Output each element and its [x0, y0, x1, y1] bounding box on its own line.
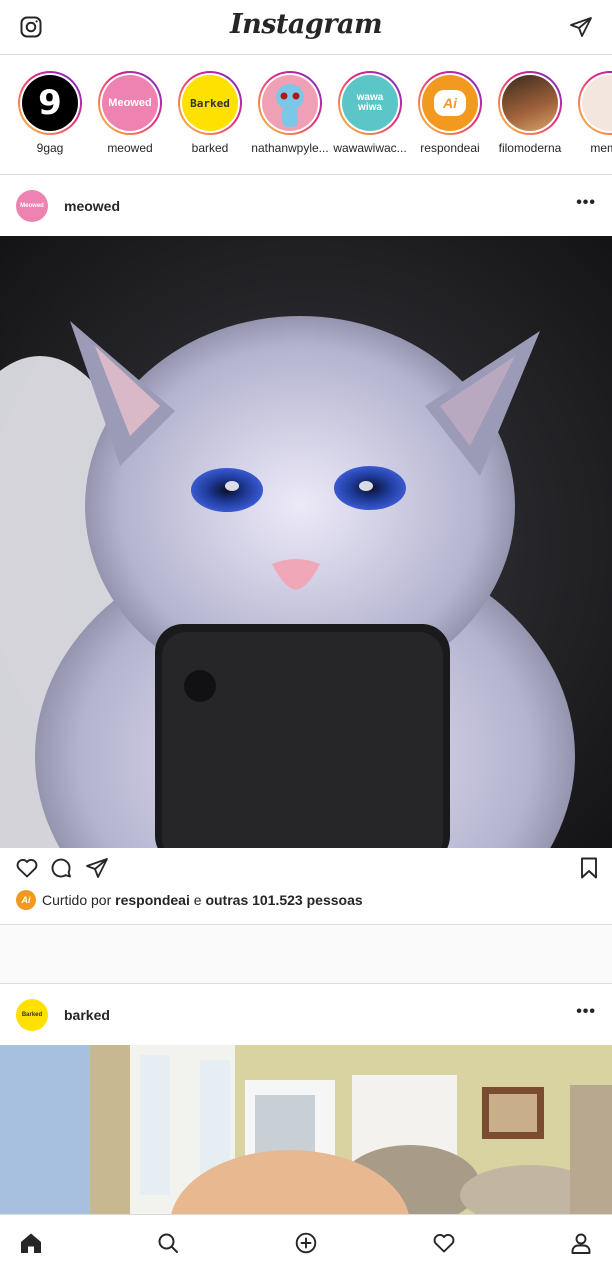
liked-by-text: Ai Curtido por respondeai e outras 101.5… [16, 890, 363, 910]
story-avatar [502, 75, 558, 131]
story-username: wawawiwac... [333, 141, 407, 155]
story-barked[interactable]: Barked barked [170, 71, 250, 155]
new-post-icon[interactable] [294, 1231, 318, 1255]
story-avatar: Meowed [102, 75, 158, 131]
story-username: nathanwpyle... [251, 141, 329, 155]
story-memes[interactable]: memes [570, 71, 612, 155]
story-username: barked [191, 141, 229, 155]
bottom-navigation [0, 1214, 612, 1269]
dog-room-photo-illustration [0, 1045, 612, 1214]
heart-icon[interactable] [15, 856, 39, 880]
activity-heart-icon[interactable] [432, 1231, 456, 1255]
story-avatar [582, 75, 612, 131]
stories-tray: 9 9gag Meowed meowed Barked barked natha… [0, 55, 612, 175]
top-bar: Instagram [0, 0, 612, 55]
post-username[interactable]: meowed [64, 198, 120, 214]
story-respondeai[interactable]: Ai respondeai [410, 71, 490, 155]
bookmark-icon[interactable] [577, 856, 601, 880]
story-filomoderna[interactable]: filomoderna [490, 71, 570, 155]
story-wawawiwac[interactable]: wawa wiwa wawawiwac... [330, 71, 410, 155]
likes-count-link[interactable]: outras 101.523 pessoas [205, 892, 362, 908]
post-avatar[interactable]: Meowed [16, 190, 48, 222]
share-icon[interactable] [85, 856, 109, 880]
post-actions-bar [0, 848, 612, 892]
more-options-button[interactable]: ••• [576, 1003, 596, 1021]
story-nathanwpyle[interactable]: nathanwpyle... [250, 71, 330, 155]
direct-message-icon[interactable] [569, 15, 593, 39]
story-username: 9gag [36, 141, 64, 155]
story-avatar [262, 75, 318, 131]
story-9gag[interactable]: 9 9gag [10, 71, 90, 155]
post-avatar[interactable]: Barked [16, 999, 48, 1031]
post-photo[interactable] [0, 236, 612, 848]
liker-username[interactable]: respondeai [115, 892, 190, 908]
alien-character-icon [276, 84, 304, 127]
story-avatar: Barked [182, 75, 238, 131]
story-avatar: Ai [422, 75, 478, 131]
home-icon[interactable] [19, 1231, 43, 1255]
cat-photo-illustration [0, 236, 612, 848]
liker-avatar[interactable]: Ai [16, 890, 36, 910]
story-username: respondeai [420, 141, 480, 155]
story-username: memes [590, 141, 612, 155]
story-avatar: 9 [22, 75, 78, 131]
more-options-button[interactable]: ••• [576, 194, 596, 212]
app-logo: Instagram [229, 9, 383, 40]
feed-separator [0, 924, 612, 984]
story-avatar: wawa wiwa [342, 75, 398, 131]
search-icon[interactable] [156, 1231, 180, 1255]
post-photo[interactable] [0, 1045, 612, 1214]
story-username: meowed [107, 141, 153, 155]
story-meowed[interactable]: Meowed meowed [90, 71, 170, 155]
story-username: filomoderna [498, 141, 562, 155]
post-username[interactable]: barked [64, 1007, 110, 1023]
post-header: Meowed meowed ••• [0, 176, 612, 238]
post-header: Barked barked ••• [0, 985, 612, 1047]
profile-icon[interactable] [569, 1231, 593, 1255]
comment-icon[interactable] [49, 856, 73, 880]
